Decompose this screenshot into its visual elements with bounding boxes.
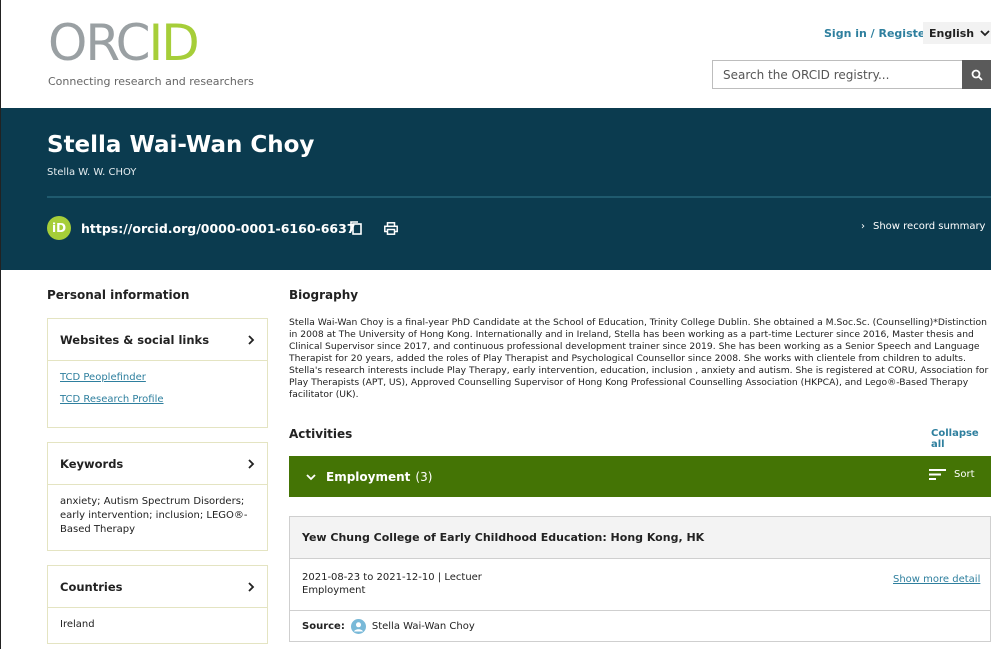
profile-name: Stella Wai-Wan Choy [47,132,315,158]
keywords-card-header[interactable]: Keywords [48,443,267,485]
employment-type: Employment [302,585,366,596]
websites-card-header[interactable]: Websites & social links [48,319,267,361]
countries-text: Ireland [60,619,95,630]
orcid-id-icon: iD [47,216,71,240]
search-button[interactable] [962,60,991,89]
banner-divider [47,196,991,198]
keywords-card-title: Keywords [60,456,124,471]
show-record-summary-link[interactable]: › Show record summary [861,221,985,232]
source-label: Source: [302,620,345,632]
search-input[interactable]: Search the ORCID registry... [712,60,962,89]
sort-label: Sort [954,469,975,480]
search-icon [971,69,983,81]
orcid-url: https://orcid.org/0000-0001-6160-6637 [81,221,356,236]
websites-card-title: Websites & social links [60,332,210,347]
employment-count: (3) [415,469,433,484]
chevron-right-icon [248,458,255,469]
biography-text: Stella Wai-Wan Choy is a final-year PhD … [289,317,989,400]
summary-label: Show record summary [873,221,986,232]
keywords-text: anxiety; Autism Spectrum Disorders; earl… [60,496,248,535]
employment-title: Employment [326,469,411,484]
print-icon[interactable] [384,222,398,235]
employment-details: 2021-08-23 to 2021-12-10 | Lectuer Emplo… [290,559,990,611]
language-label: English [929,26,975,40]
sort-icon [929,469,946,480]
tagline: Connecting research and researchers [48,75,254,88]
chevron-down-icon [980,30,990,37]
employment-source: Source: Stella Wai-Wan Choy [290,611,990,641]
collapse-all-link[interactable]: Collapse all [931,428,991,450]
countries-card: Countries Ireland [47,565,268,644]
biography-heading: Biography [289,288,359,302]
websites-card: Websites & social links TCD Peoplefinder… [47,318,268,428]
employment-section-header[interactable]: Employment (3) Sort [289,456,991,497]
sort-button[interactable]: Sort [929,468,975,481]
sign-in-register-link[interactable]: Sign in / Register [824,27,931,40]
websites-card-body: TCD Peoplefinder TCD Research Profile [48,361,267,417]
employment-dates-role: 2021-08-23 to 2021-12-10 | Lectuer [302,572,482,583]
countries-card-header[interactable]: Countries [48,566,267,608]
chevron-right-icon [248,581,255,592]
profile-alt-name: Stella W. W. CHOY [47,167,137,178]
personal-information-heading: Personal information [47,288,190,302]
employment-item-card: Yew Chung College of Early Childhood Edu… [289,516,991,642]
chevron-right-icon [248,334,255,345]
orcid-logo[interactable]: ORCID [48,18,200,68]
activities-heading: Activities [289,427,353,441]
keywords-card: Keywords anxiety; Autism Spectrum Disord… [47,442,268,551]
search-placeholder: Search the ORCID registry... [723,67,890,82]
chevron-down-icon [306,473,316,480]
top-header: ORCID Connecting research and researcher… [0,0,991,108]
copy-icon[interactable] [350,221,362,235]
link-tcd-research-profile[interactable]: TCD Research Profile [60,393,255,407]
countries-card-title: Countries [60,579,123,594]
user-icon [350,618,366,634]
show-more-detail-link[interactable]: Show more detail [893,573,980,586]
chevron-right-icon: › [861,221,865,232]
employment-org-name: Yew Chung College of Early Childhood Edu… [290,517,990,559]
link-tcd-peoplefinder[interactable]: TCD Peoplefinder [60,371,255,385]
source-name: Stella Wai-Wan Choy [371,620,475,632]
language-selector[interactable]: English [923,22,991,44]
profile-banner: Stella Wai-Wan Choy Stella W. W. CHOY iD… [1,108,991,270]
